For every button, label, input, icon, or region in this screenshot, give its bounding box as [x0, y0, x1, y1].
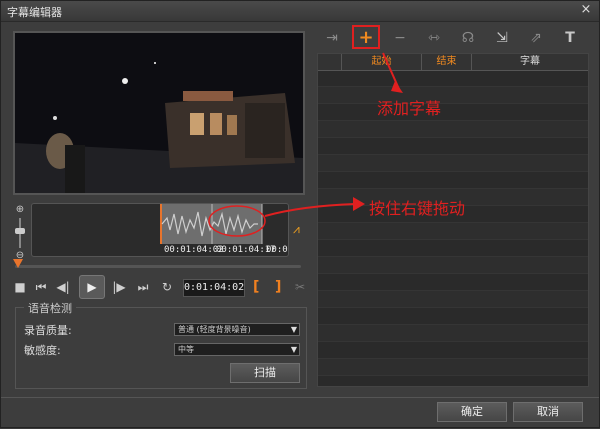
- stop-icon[interactable]: ■: [13, 277, 27, 297]
- subtitle-rows: [318, 70, 588, 386]
- night-scene-image: [15, 33, 303, 193]
- video-preview: [13, 31, 305, 195]
- subtitle-toolbar: ⇥ + − ⇿ ☊ ⇲ ⇗ T: [317, 25, 589, 51]
- mark-out-button[interactable]: ]: [275, 277, 281, 297]
- table-row[interactable]: [318, 223, 588, 240]
- subtitle-table[interactable]: 起始 结束 字幕: [317, 53, 589, 387]
- subtitle-editor-window: 字幕编辑器 × ⊕ ⊖ 00:01:04:02 00:01:04:17 00:0…: [0, 0, 600, 428]
- table-row[interactable]: [318, 291, 588, 308]
- quality-select[interactable]: 普通 (轻度背景噪音) ▼: [174, 323, 300, 336]
- text-format-icon[interactable]: T: [559, 27, 581, 49]
- chevron-down-icon: ▼: [290, 325, 297, 334]
- table-row[interactable]: [318, 257, 588, 274]
- go-to-end-icon[interactable]: ⏭: [135, 277, 151, 297]
- voice-detection-legend: 语音检测: [24, 300, 76, 316]
- table-row[interactable]: [318, 325, 588, 342]
- import-icon[interactable]: ⇥: [321, 27, 343, 49]
- share-icon[interactable]: ⇗: [525, 27, 547, 49]
- table-row[interactable]: [318, 376, 588, 386]
- next-frame-icon[interactable]: |▶: [111, 277, 127, 297]
- table-row[interactable]: [318, 172, 588, 189]
- table-row[interactable]: [318, 87, 588, 104]
- repeat-icon[interactable]: ↻: [159, 277, 175, 297]
- table-row[interactable]: [318, 308, 588, 325]
- title-bar: 字幕编辑器 ×: [1, 1, 599, 22]
- waveform-timeline[interactable]: 00:01:04:02 00:01:04:17 00:01:0: [31, 203, 289, 257]
- sensitivity-value: 中等: [178, 345, 194, 354]
- scan-button[interactable]: 扫描: [230, 363, 300, 383]
- close-icon[interactable]: ×: [579, 3, 593, 17]
- chevron-down-icon: ▼: [290, 345, 297, 354]
- sensitivity-label: 敏感度:: [24, 344, 61, 357]
- add-subtitle-icon[interactable]: +: [355, 27, 377, 49]
- previous-frame-icon[interactable]: ◀|: [55, 277, 71, 297]
- table-row[interactable]: [318, 104, 588, 121]
- drag-hint-annotation: 按住右键拖动: [369, 199, 466, 218]
- remove-subtitle-icon[interactable]: −: [389, 27, 411, 49]
- merge-icon[interactable]: ⇿: [423, 27, 445, 49]
- column-header: [318, 54, 342, 70]
- voice-detection-group: 语音检测 录音质量: 普通 (轻度背景噪音) ▼ 敏感度: 中等 ▼ 扫描: [15, 300, 307, 389]
- dialog-footer: 确定 取消: [1, 397, 599, 428]
- table-row[interactable]: [318, 70, 588, 87]
- playback-position-bar[interactable]: [15, 265, 301, 268]
- play-icon[interactable]: ▶: [79, 275, 105, 299]
- waveform-icon[interactable]: ⩘: [293, 222, 309, 236]
- time-label: 00:01:0: [266, 245, 288, 255]
- audio-waveform: [161, 204, 263, 244]
- split-icon[interactable]: ☊: [457, 27, 479, 49]
- quality-label: 录音质量:: [24, 324, 72, 337]
- column-header-end[interactable]: 结束: [422, 54, 472, 70]
- table-row[interactable]: [318, 274, 588, 291]
- table-row[interactable]: [318, 121, 588, 138]
- quality-value: 普通 (轻度背景噪音): [178, 325, 251, 334]
- table-row[interactable]: [318, 342, 588, 359]
- cancel-button[interactable]: 取消: [513, 402, 583, 422]
- timecode-display[interactable]: 0:01:04:02: [183, 279, 245, 297]
- table-row[interactable]: [318, 359, 588, 376]
- playback-controls: ■ ⏮ ◀| ▶ |▶ ⏭ ↻ 0:01:04:02 [ ] ✂: [13, 275, 313, 299]
- window-title: 字幕编辑器: [7, 6, 62, 19]
- table-row[interactable]: [318, 138, 588, 155]
- time-label: 00:01:04:02: [164, 245, 224, 255]
- column-header-subtitle[interactable]: 字幕: [472, 54, 588, 70]
- add-subtitle-annotation: 添加字幕: [377, 99, 442, 118]
- mark-in-button[interactable]: [: [253, 277, 259, 297]
- zoom-in-icon[interactable]: ⊕: [14, 204, 26, 216]
- zoom-slider-knob[interactable]: [15, 228, 25, 234]
- ok-button[interactable]: 确定: [437, 402, 507, 422]
- playhead-marker-icon[interactable]: [13, 259, 23, 268]
- go-to-start-icon[interactable]: ⏮: [33, 277, 49, 297]
- column-header-start[interactable]: 起始: [342, 54, 422, 70]
- timeline-zoom: ⊕ ⊖: [13, 204, 27, 264]
- table-header: 起始 结束 字幕: [318, 54, 588, 71]
- table-row[interactable]: [318, 240, 588, 257]
- sensitivity-select[interactable]: 中等 ▼: [174, 343, 300, 356]
- cut-icon[interactable]: ✂: [293, 277, 307, 297]
- export-icon[interactable]: ⇲: [491, 27, 513, 49]
- table-row[interactable]: [318, 155, 588, 172]
